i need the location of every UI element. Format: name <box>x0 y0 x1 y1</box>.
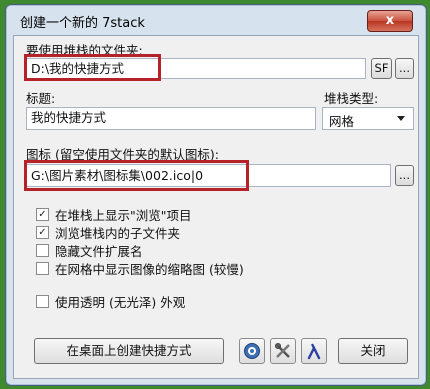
icon-browse-button[interactable]: ... <box>395 165 414 186</box>
checkbox-browse-subfolders[interactable]: ✓ <box>36 226 49 239</box>
option-show-browse[interactable]: ✓ 在堆栈上显示"浏览"项目 <box>36 206 192 223</box>
option-thumbnails-label: 在网格中显示图像的缩略图 (较慢) <box>55 262 244 277</box>
option-transparent-label: 使用透明 (无光泽) 外观 <box>55 295 186 310</box>
option-hide-extensions[interactable]: 隐藏文件扩展名 <box>36 242 143 259</box>
about-lambda-icon <box>307 343 321 360</box>
option-transparent[interactable]: 使用透明 (无光泽) 外观 <box>36 293 185 310</box>
title-label: 标题: <box>26 91 56 106</box>
option-show-browse-label: 在堆栈上显示"浏览"项目 <box>55 208 192 223</box>
option-hide-extensions-label: 隐藏文件扩展名 <box>55 244 143 259</box>
close-window-button[interactable]: x <box>367 10 413 32</box>
stack-type-label: 堆栈类型: <box>324 91 379 106</box>
checkbox-transparent[interactable] <box>36 295 49 308</box>
window-title: 创建一个新的 7stack <box>20 16 145 31</box>
create-shortcut-button[interactable]: 在桌面上创建快捷方式 <box>34 338 224 364</box>
dialog-window: 创建一个新的 7stack x 要使用堆栈的文件夹: D:\我的快捷方式 SF … <box>5 4 427 386</box>
settings-button[interactable] <box>270 338 296 364</box>
option-browse-subfolders[interactable]: ✓ 浏览堆栈内的子文件夹 <box>36 224 180 241</box>
option-thumbnails[interactable]: 在网格中显示图像的缩略图 (较慢) <box>36 260 244 277</box>
dialog-body: 要使用堆栈的文件夹: D:\我的快捷方式 SF ... 标题: 我的快捷方式 堆… <box>13 35 419 379</box>
highlight-folder <box>24 54 161 81</box>
help-button[interactable] <box>239 338 265 364</box>
checkbox-show-browse[interactable]: ✓ <box>36 208 49 221</box>
help-icon <box>244 343 260 359</box>
checkbox-hide-extensions[interactable] <box>36 244 49 257</box>
sf-button[interactable]: SF <box>371 58 392 79</box>
checkbox-thumbnails[interactable] <box>36 262 49 275</box>
dropdown-arrow-icon <box>397 116 405 121</box>
stack-type-value: 网格 <box>329 114 355 129</box>
about-button[interactable] <box>301 338 327 364</box>
folder-browse-button[interactable]: ... <box>395 58 414 79</box>
stack-type-select[interactable]: 网格 <box>322 107 414 130</box>
settings-tools-icon <box>274 342 290 358</box>
option-browse-subfolders-label: 浏览堆栈内的子文件夹 <box>55 226 181 241</box>
title-bar: 创建一个新的 7stack x <box>6 5 426 35</box>
highlight-icon <box>24 160 249 191</box>
title-input[interactable]: 我的快捷方式 <box>26 107 316 130</box>
close-button[interactable]: 关闭 <box>338 338 408 364</box>
